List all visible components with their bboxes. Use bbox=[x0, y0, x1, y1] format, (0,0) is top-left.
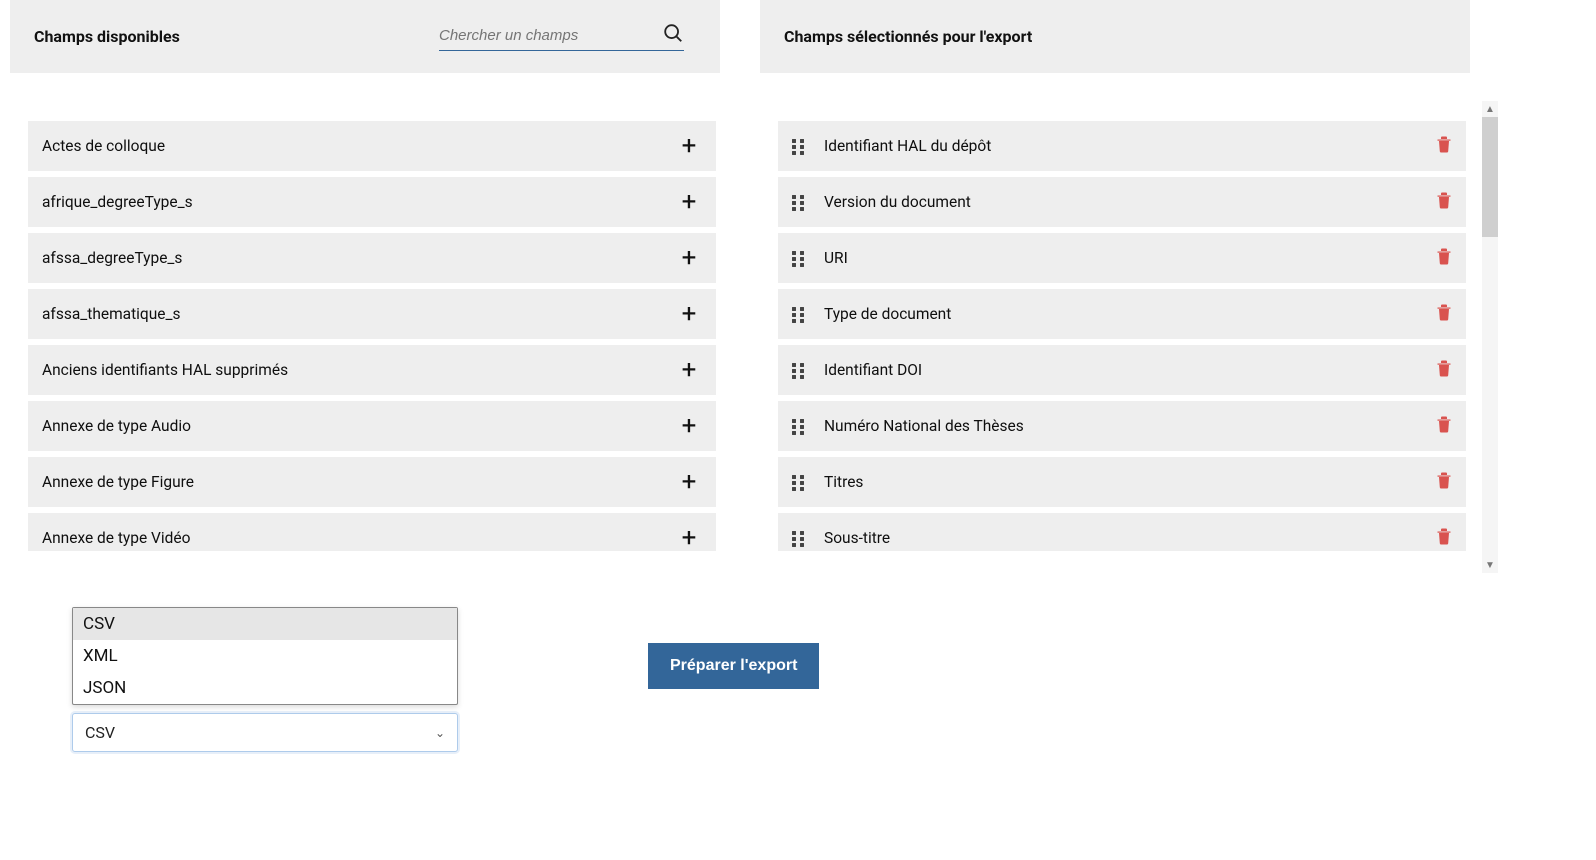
field-label: Actes de colloque bbox=[42, 137, 165, 155]
remove-field-button[interactable] bbox=[1436, 527, 1452, 549]
prepare-export-button[interactable]: Préparer l'export bbox=[648, 643, 819, 689]
remove-field-button[interactable] bbox=[1436, 191, 1452, 213]
option-xml[interactable]: XML bbox=[73, 640, 457, 672]
selected-field-item[interactable]: Titres bbox=[778, 457, 1466, 507]
selected-field-label: URI bbox=[824, 249, 1436, 267]
drag-handle-icon[interactable] bbox=[792, 363, 806, 377]
chevron-down-icon: ⌄ bbox=[435, 726, 445, 740]
remove-field-button[interactable] bbox=[1436, 135, 1452, 157]
option-csv[interactable]: CSV bbox=[73, 608, 457, 640]
field-label: afssa_degreeType_s bbox=[42, 249, 182, 267]
drag-handle-icon[interactable] bbox=[792, 139, 806, 153]
available-field-item: afrique_degreeType_s + bbox=[28, 177, 716, 227]
field-label: afrique_degreeType_s bbox=[42, 193, 193, 211]
field-label: Anciens identifiants HAL supprimés bbox=[42, 361, 288, 379]
scroll-thumb[interactable] bbox=[1482, 117, 1498, 237]
remove-field-button[interactable] bbox=[1436, 471, 1452, 493]
selected-field-label: Identifiant HAL du dépôt bbox=[824, 137, 1436, 155]
search-input[interactable] bbox=[439, 27, 654, 44]
drag-handle-icon[interactable] bbox=[792, 419, 806, 433]
scroll-down-arrow[interactable]: ▼ bbox=[1482, 557, 1498, 573]
field-label: afssa_thematique_s bbox=[42, 305, 181, 323]
available-field-item: afssa_degreeType_s + bbox=[28, 233, 716, 283]
selected-fields-header: Champs sélectionnés pour l'export bbox=[760, 0, 1470, 73]
add-field-button[interactable]: + bbox=[676, 525, 702, 551]
search-field-wrap[interactable] bbox=[439, 22, 684, 51]
selected-field-item[interactable]: URI bbox=[778, 233, 1466, 283]
selected-field-label: Titres bbox=[824, 473, 1436, 491]
remove-field-button[interactable] bbox=[1436, 415, 1452, 437]
export-footer: CSV XML JSON CSV ⌄ Préparer l'export bbox=[10, 613, 1586, 753]
field-label: Annexe de type Audio bbox=[42, 417, 191, 435]
scroll-up-arrow[interactable]: ▲ bbox=[1482, 101, 1498, 117]
selected-field-label: Numéro National des Thèses bbox=[824, 417, 1436, 435]
available-field-item: Annexe de type Figure + bbox=[28, 457, 716, 507]
add-field-button[interactable]: + bbox=[676, 469, 702, 495]
available-fields-panel: Actes de colloque+afrique_degreeType_s+a… bbox=[10, 101, 720, 571]
drag-handle-icon[interactable] bbox=[792, 307, 806, 321]
add-field-button[interactable]: + bbox=[676, 413, 702, 439]
drag-handle-icon[interactable] bbox=[792, 531, 806, 545]
available-field-item: Annexe de type Audio + bbox=[28, 401, 716, 451]
drag-handle-icon[interactable] bbox=[792, 475, 806, 489]
outer-scrollbar[interactable]: ▲ ▼ bbox=[1482, 101, 1498, 573]
selected-field-item[interactable]: Identifiant DOI bbox=[778, 345, 1466, 395]
available-fields-title: Champs disponibles bbox=[34, 27, 180, 46]
add-field-button[interactable]: + bbox=[676, 189, 702, 215]
field-label: Annexe de type Figure bbox=[42, 473, 194, 491]
selected-field-label: Sous-titre bbox=[824, 529, 1436, 547]
available-field-item: Actes de colloque + bbox=[28, 121, 716, 171]
selected-field-item[interactable]: Version du document bbox=[778, 177, 1466, 227]
available-field-item: afssa_thematique_s + bbox=[28, 289, 716, 339]
format-options-popup: CSV XML JSON bbox=[72, 607, 458, 705]
search-icon[interactable] bbox=[662, 22, 684, 48]
selected-fields-panel: Identifiant HAL du dépôt Version du docum… bbox=[760, 101, 1470, 571]
available-field-item: Anciens identifiants HAL supprimés + bbox=[28, 345, 716, 395]
add-field-button[interactable]: + bbox=[676, 245, 702, 271]
format-select[interactable]: CSV ⌄ bbox=[72, 713, 458, 752]
selected-field-item[interactable]: Identifiant HAL du dépôt bbox=[778, 121, 1466, 171]
selected-fields-list[interactable]: Identifiant HAL du dépôt Version du docum… bbox=[778, 121, 1470, 551]
add-field-button[interactable]: + bbox=[676, 301, 702, 327]
drag-handle-icon[interactable] bbox=[792, 195, 806, 209]
remove-field-button[interactable] bbox=[1436, 359, 1452, 381]
add-field-button[interactable]: + bbox=[676, 133, 702, 159]
selected-fields-title: Champs sélectionnés pour l'export bbox=[784, 27, 1032, 46]
selected-field-item[interactable]: Numéro National des Thèses bbox=[778, 401, 1466, 451]
scroll-track[interactable] bbox=[1482, 117, 1498, 557]
remove-field-button[interactable] bbox=[1436, 247, 1452, 269]
available-field-item: Annexe de type Vidéo + bbox=[28, 513, 716, 551]
drag-handle-icon[interactable] bbox=[792, 251, 806, 265]
available-fields-list[interactable]: Actes de colloque+afrique_degreeType_s+a… bbox=[28, 121, 720, 551]
remove-field-button[interactable] bbox=[1436, 303, 1452, 325]
format-select-value: CSV bbox=[85, 723, 115, 742]
add-field-button[interactable]: + bbox=[676, 357, 702, 383]
selected-field-item[interactable]: Type de document bbox=[778, 289, 1466, 339]
selected-field-label: Type de document bbox=[824, 305, 1436, 323]
selected-field-label: Identifiant DOI bbox=[824, 361, 1436, 379]
selected-field-label: Version du document bbox=[824, 193, 1436, 211]
field-label: Annexe de type Vidéo bbox=[42, 529, 190, 547]
option-json[interactable]: JSON bbox=[73, 672, 457, 704]
selected-field-item[interactable]: Sous-titre bbox=[778, 513, 1466, 551]
available-fields-header: Champs disponibles bbox=[10, 0, 720, 73]
